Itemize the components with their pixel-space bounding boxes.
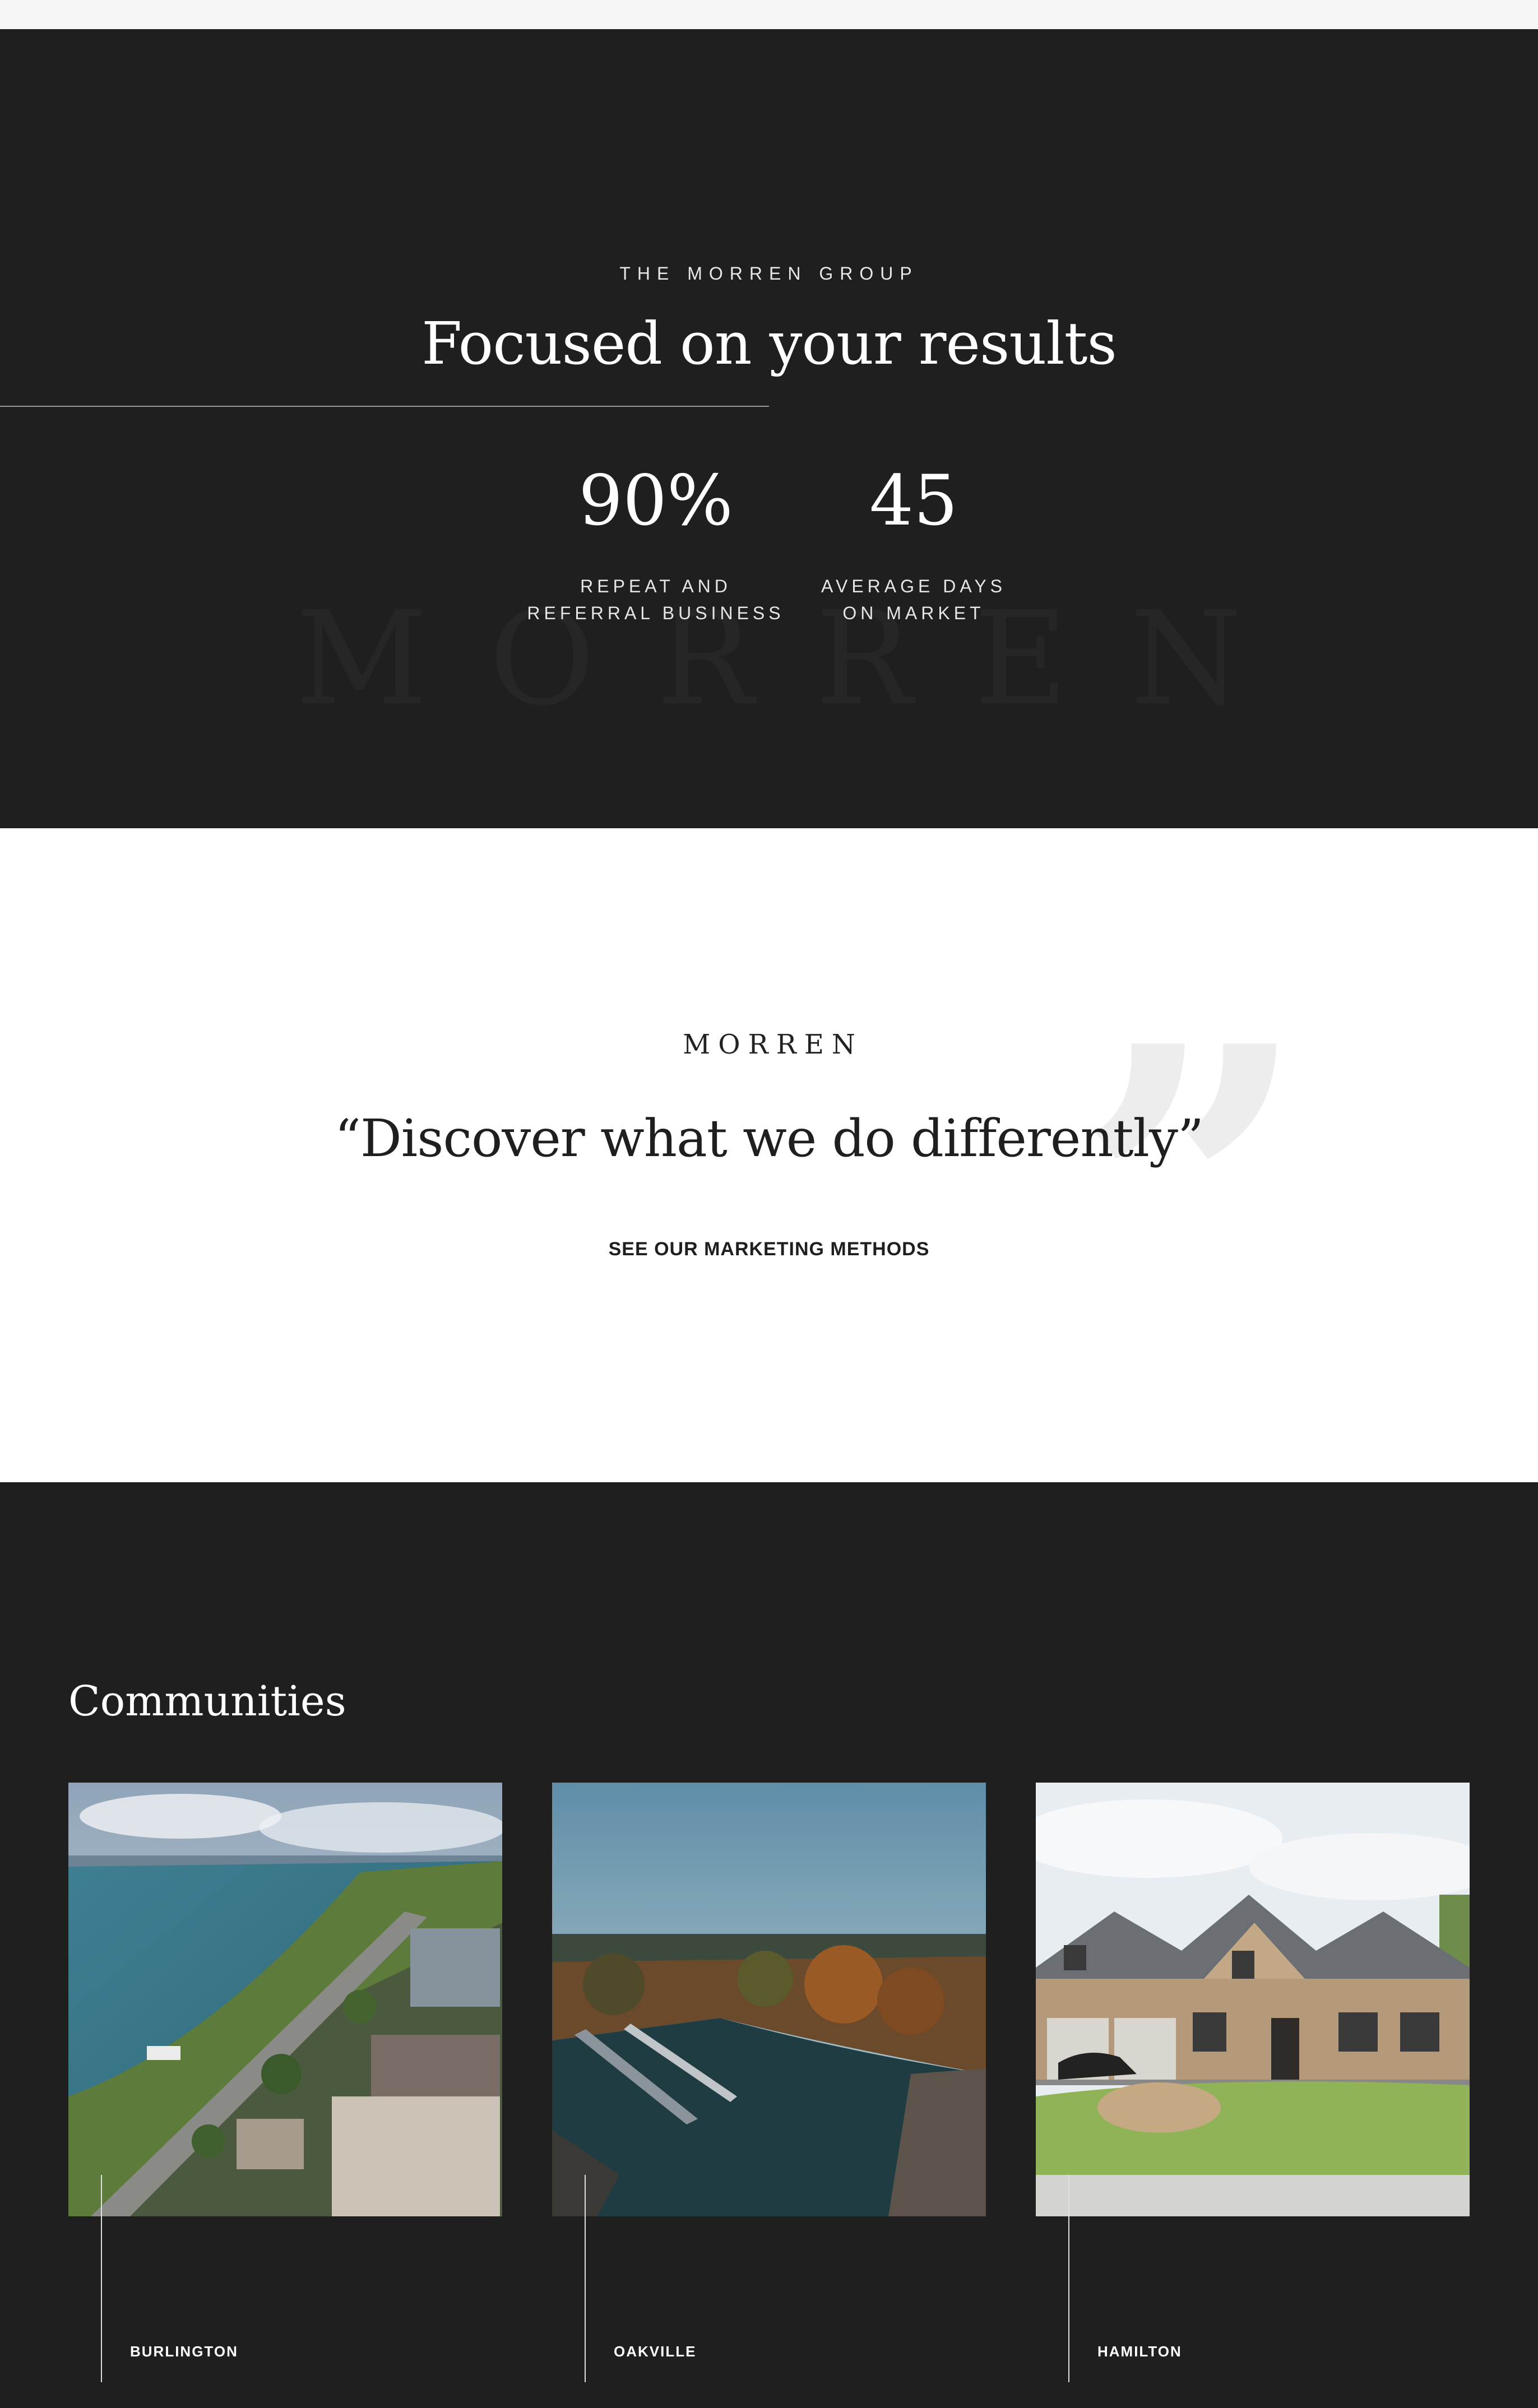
community-card-burlington[interactable]: BURLINGTON xyxy=(68,1783,502,2408)
community-name[interactable]: HAMILTON xyxy=(1097,2343,1182,2360)
card-accent-line xyxy=(585,2175,586,2382)
stat-label: AVERAGE DAYS ON MARKET xyxy=(821,576,1006,623)
community-card-hamilton[interactable]: HAMILTON xyxy=(1036,1783,1470,2408)
stat-repeat-business: 90% REPEAT AND REFERRAL BUSINESS xyxy=(521,466,790,627)
divider-line xyxy=(0,406,769,407)
aerial-lakeshore-photo[interactable] xyxy=(68,1783,502,2216)
harbour-marina-photo[interactable] xyxy=(552,1783,986,2216)
stat-label: REPEAT AND REFERRAL BUSINESS xyxy=(527,576,785,623)
stat-days-on-market: 45 AVERAGE DAYS ON MARKET xyxy=(785,466,1043,627)
section-eyebrow: THE MORREN GROUP xyxy=(619,263,919,284)
results-section: MORREN THE MORREN GROUP Focused on your … xyxy=(0,29,1538,828)
quote-section: ” MORREN “Discover what we do differentl… xyxy=(0,828,1538,1482)
card-accent-line xyxy=(101,2175,102,2382)
card-accent-line xyxy=(1068,2175,1069,2382)
stone-house-photo[interactable] xyxy=(1036,1783,1470,2216)
community-name[interactable]: BURLINGTON xyxy=(130,2343,238,2360)
communities-title: Communities xyxy=(68,1677,346,1725)
section-headline: Focused on your results xyxy=(421,309,1117,378)
brand-label: MORREN xyxy=(683,1029,863,1060)
stat-value: 45 xyxy=(869,461,958,541)
communities-section: Communities BURLINGTON OAKVILLE HAMILTON xyxy=(0,1482,1538,2408)
marketing-methods-link[interactable]: SEE OUR MARKETING METHODS xyxy=(0,1238,1538,1260)
community-name[interactable]: OAKVILLE xyxy=(614,2343,696,2360)
top-bar xyxy=(0,0,1538,29)
stat-value: 90% xyxy=(578,461,733,541)
quote-text: “Discover what we do differently” xyxy=(335,1108,1204,1168)
community-card-oakville[interactable]: OAKVILLE xyxy=(552,1783,986,2408)
